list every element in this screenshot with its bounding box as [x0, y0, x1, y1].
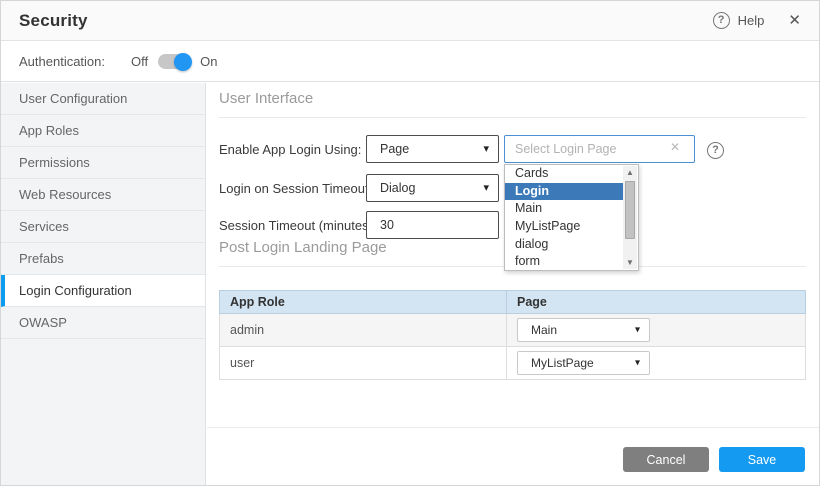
session-timeout-minutes-label: Session Timeout (minutes): — [219, 218, 377, 233]
login-on-session-timeout-label: Login on Session Timeout: — [219, 181, 372, 196]
admin-page-value: Main — [531, 323, 557, 337]
dropdown-scrollbar[interactable] — [623, 166, 637, 269]
sidebar-item-user-configuration[interactable]: User Configuration — [1, 83, 205, 115]
section-title-user-interface: User Interface — [219, 90, 806, 118]
clear-icon[interactable] — [670, 141, 680, 153]
dropdown-option-mylistpage[interactable]: MyListPage — [505, 218, 623, 236]
sidebar-item-owasp[interactable]: OWASP — [1, 307, 205, 339]
enable-app-login-row: Enable App Login Using: — [219, 135, 361, 163]
select-login-page-input[interactable] — [504, 135, 695, 163]
scroll-down-icon[interactable] — [623, 256, 637, 269]
toggle-knob — [174, 53, 192, 71]
post-login-landing-table: App Role Page admin Main user MyListPage — [219, 290, 806, 380]
dropdown-option-main[interactable]: Main — [505, 200, 623, 218]
cancel-button[interactable]: Cancel — [623, 447, 709, 472]
user-page-value: MyListPage — [531, 356, 594, 370]
security-dialog: Security Help Authentication: Off On Use… — [0, 0, 820, 486]
session-timeout-minutes-input[interactable] — [366, 211, 499, 239]
session-timeout-login-row: Login on Session Timeout: — [219, 174, 372, 202]
app-role-cell: admin — [220, 314, 507, 347]
col-header-app-role: App Role — [220, 291, 507, 314]
authentication-bar: Authentication: Off On — [1, 42, 819, 82]
sidebar-item-permissions[interactable]: Permissions — [1, 147, 205, 179]
sidebar-item-app-roles[interactable]: App Roles — [1, 115, 205, 147]
sidebar-item-services[interactable]: Services — [1, 211, 205, 243]
authentication-toggle[interactable] — [158, 54, 190, 69]
dropdown-option-login[interactable]: Login — [505, 183, 623, 201]
user-page-select[interactable]: MyListPage — [517, 351, 650, 375]
dropdown-option-dialog[interactable]: dialog — [505, 236, 623, 254]
page-title: Security — [19, 11, 713, 31]
dropdown-option-cards[interactable]: Cards — [505, 165, 623, 183]
login-page-dropdown: Cards Login Main MyListPage dialog form — [504, 164, 639, 271]
help-link[interactable]: Help — [738, 13, 765, 28]
session-timeout-type-select[interactable]: Dialog — [366, 174, 499, 202]
login-type-select[interactable]: Page — [366, 135, 499, 163]
settings-sidebar: User Configuration App Roles Permissions… — [1, 83, 206, 485]
login-configuration-panel: User Interface Enable App Login Using: P… — [207, 83, 819, 485]
table-row-admin: admin Main — [220, 314, 806, 347]
app-role-cell: user — [220, 347, 507, 380]
scroll-up-icon[interactable] — [623, 166, 637, 179]
field-help-icon[interactable] — [707, 140, 724, 159]
enable-app-login-label: Enable App Login Using: — [219, 142, 361, 157]
authentication-label: Authentication: — [19, 54, 105, 69]
session-timeout-type-value: Dialog — [380, 181, 415, 195]
close-icon[interactable] — [788, 13, 801, 28]
dropdown-option-form[interactable]: form — [505, 253, 623, 271]
toggle-on-label: On — [200, 54, 217, 69]
login-type-value: Page — [380, 142, 409, 156]
sidebar-item-prefabs[interactable]: Prefabs — [1, 243, 205, 275]
save-button[interactable]: Save — [719, 447, 805, 472]
table-row-user: user MyListPage — [220, 347, 806, 380]
footer-divider — [207, 427, 819, 428]
sidebar-item-web-resources[interactable]: Web Resources — [1, 179, 205, 211]
help-icon[interactable] — [713, 12, 730, 29]
dialog-header: Security Help — [1, 1, 819, 41]
admin-page-select[interactable]: Main — [517, 318, 650, 342]
scrollbar-thumb[interactable] — [625, 181, 635, 239]
sidebar-item-login-configuration[interactable]: Login Configuration — [1, 275, 205, 307]
table-header-row: App Role Page — [220, 291, 806, 314]
col-header-page: Page — [507, 291, 806, 314]
session-timeout-minutes-row: Session Timeout (minutes): — [219, 211, 377, 239]
toggle-off-label: Off — [131, 54, 148, 69]
